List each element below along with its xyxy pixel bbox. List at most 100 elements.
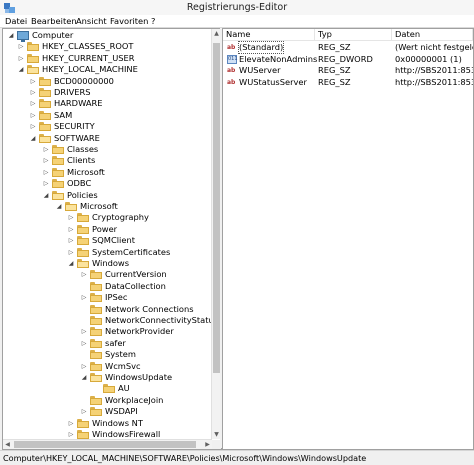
tree-node[interactable]: ◢ HKEY_LOCAL_MACHINE: [3, 64, 211, 75]
tree-node[interactable]: ▷ Microsoft: [3, 167, 211, 178]
expand-arrow-icon[interactable]: ▷: [67, 237, 75, 245]
tree-horizontal-scrollbar[interactable]: ◀ ▶: [3, 439, 212, 449]
tree-node[interactable]: ▷ HKEY_CLASSES_ROOT: [3, 41, 211, 52]
tree-node[interactable]: WorkplaceJoin: [3, 395, 211, 406]
folder-icon: [77, 430, 89, 439]
tree-node[interactable]: ▷ NetworkProvider: [3, 326, 211, 337]
collapse-arrow-icon[interactable]: ◢: [80, 374, 88, 382]
tree-node-label: HARDWARE: [54, 98, 103, 109]
tree-node[interactable]: ▷ Cryptography: [3, 212, 211, 223]
value-type: REG_SZ: [318, 42, 351, 52]
expand-arrow-icon[interactable]: ▷: [67, 226, 75, 234]
tree-node[interactable]: NetworkConnectivityStatusIndi: [3, 315, 221, 326]
expand-arrow-icon[interactable]: ▷: [42, 157, 50, 165]
tree-node[interactable]: ▷ SECURITY: [3, 121, 211, 132]
expand-arrow-icon[interactable]: ▷: [29, 89, 37, 97]
tree-node[interactable]: ▷ CurrentVersion: [3, 269, 211, 280]
expand-arrow-icon[interactable]: ▷: [29, 100, 37, 108]
value-row[interactable]: ab(Standard) REG_SZ (Wert nicht festgelegt…: [223, 41, 473, 54]
expand-arrow-icon[interactable]: ▷: [17, 55, 25, 63]
collapse-arrow-icon[interactable]: ◢: [67, 260, 75, 268]
collapse-arrow-icon[interactable]: ◢: [7, 32, 15, 40]
expand-arrow-icon[interactable]: ▷: [29, 112, 37, 120]
tree-node[interactable]: ◢ Policies: [3, 190, 211, 201]
collapse-arrow-icon[interactable]: ◢: [17, 66, 25, 74]
column-header-name[interactable]: Name: [223, 29, 315, 40]
folder-icon: [77, 247, 89, 257]
menu-datei[interactable]: Datei: [5, 16, 27, 26]
tree-node[interactable]: ▷ ODBC: [3, 178, 211, 189]
tree-node[interactable]: ◢ SOFTWARE: [3, 133, 211, 144]
expand-arrow-icon[interactable]: ▷: [17, 43, 25, 51]
expand-arrow-icon[interactable]: ▷: [67, 431, 75, 439]
expand-arrow-icon[interactable]: ▷: [80, 340, 88, 348]
tree-node[interactable]: ▷ Windows NT: [3, 418, 211, 429]
expand-arrow-icon[interactable]: ▷: [67, 214, 75, 222]
string-value-icon: ab: [227, 44, 236, 51]
collapse-arrow-icon[interactable]: ◢: [55, 203, 63, 211]
expand-arrow-icon[interactable]: ▷: [42, 169, 50, 177]
expand-arrow-icon[interactable]: ▷: [80, 271, 88, 279]
expand-arrow-icon[interactable]: ▷: [80, 363, 88, 371]
tree-node[interactable]: ▷ IPSec: [3, 292, 211, 303]
tree-node[interactable]: AU: [3, 383, 211, 394]
tree-node[interactable]: ▷ Clients: [3, 155, 211, 166]
value-row[interactable]: ab WUServer REG_SZ http://SBS2011:8530: [223, 65, 473, 76]
tree-node[interactable]: ▷ HKEY_CURRENT_USER: [3, 53, 211, 64]
menu-ansicht[interactable]: Ansicht: [76, 16, 107, 26]
value-name: WUStatusServer: [239, 76, 307, 87]
tree-node-label: HKEY_LOCAL_MACHINE: [42, 64, 138, 75]
tree-node[interactable]: ◢ WindowsUpdate: [3, 372, 211, 383]
tree-node[interactable]: ◢ Computer: [3, 30, 211, 42]
expand-arrow-icon[interactable]: ▷: [42, 180, 50, 188]
expand-arrow-icon[interactable]: ▷: [80, 328, 88, 336]
tree-node[interactable]: ▷ safer: [3, 338, 211, 349]
value-row[interactable]: ab WUStatusServer REG_SZ http://SBS2011:853…: [223, 77, 473, 88]
expand-arrow-icon[interactable]: ▷: [42, 146, 50, 154]
tree-node[interactable]: ▷ Classes: [3, 144, 211, 155]
tree-node[interactable]: ▷ BCD00000000: [3, 76, 211, 87]
folder-icon: [27, 42, 39, 52]
tree-node-label: CurrentVersion: [105, 269, 167, 280]
tree-scroll-thumb[interactable]: [213, 43, 220, 373]
column-header-type[interactable]: Typ: [315, 29, 392, 40]
expand-arrow-icon[interactable]: ▷: [80, 408, 88, 416]
expand-arrow-icon[interactable]: ▷: [67, 420, 75, 428]
tree-node[interactable]: ▷ SAM: [3, 110, 211, 121]
key-tree-pane[interactable]: ◢ Computer ▷ HKEY_CLASSES_ROOT ▷ HKEY_CURRENT…: [2, 28, 222, 450]
folder-icon: [90, 293, 102, 303]
values-list-pane[interactable]: Name Typ Daten ab (Standard) REG_SZ (Wert n…: [222, 28, 474, 450]
scroll-right-arrow-icon[interactable]: ▶: [203, 440, 212, 449]
menu-help[interactable]: ?: [151, 16, 155, 26]
tree-node-label: NetworkProvider: [105, 326, 174, 337]
collapse-arrow-icon[interactable]: ◢: [29, 135, 37, 143]
expand-arrow-icon[interactable]: ▷: [29, 123, 37, 131]
tree-node[interactable]: ◢ Microsoft: [3, 201, 211, 212]
value-data: http://SBS2011:8530: [395, 76, 474, 87]
tree-node[interactable]: ▷ Power: [3, 224, 211, 235]
column-header-data[interactable]: Daten: [392, 29, 473, 40]
tree-node-label: ODBC: [67, 178, 92, 189]
tree-node[interactable]: Network Connections: [3, 304, 211, 315]
tree-node[interactable]: ▷ WcmSvc: [3, 361, 211, 372]
tree-node[interactable]: ▷ DRIVERS: [3, 87, 211, 98]
value-row[interactable]: 011 ElevateNonAdmins REG_DWORD 0x00000001 (…: [223, 54, 473, 65]
tree-hscroll-thumb[interactable]: [14, 441, 196, 448]
menu-favoriten[interactable]: Favoriten: [110, 16, 148, 26]
menu-bearbeiten[interactable]: Bearbeiten: [31, 16, 77, 26]
collapse-arrow-icon[interactable]: ◢: [42, 192, 50, 200]
tree-node[interactable]: ◢ Windows: [3, 258, 211, 269]
tree-node[interactable]: ▷ HARDWARE: [3, 98, 211, 109]
no-expander: [80, 351, 88, 359]
tree-node-label: BCD00000000: [54, 75, 114, 86]
tree-node[interactable]: ▷ SQMClient: [3, 235, 211, 246]
expand-arrow-icon[interactable]: ▷: [29, 78, 37, 86]
tree-node[interactable]: System: [3, 349, 211, 360]
tree-node[interactable]: ▷ WSDAPI: [3, 406, 211, 417]
tree-node[interactable]: DataCollection: [3, 281, 211, 292]
expand-arrow-icon[interactable]: ▷: [80, 294, 88, 302]
folder-icon: [77, 213, 89, 223]
expand-arrow-icon[interactable]: ▷: [67, 249, 75, 257]
scroll-left-arrow-icon[interactable]: ◀: [3, 440, 12, 449]
tree-node[interactable]: ▷ SystemCertificates: [3, 247, 211, 258]
